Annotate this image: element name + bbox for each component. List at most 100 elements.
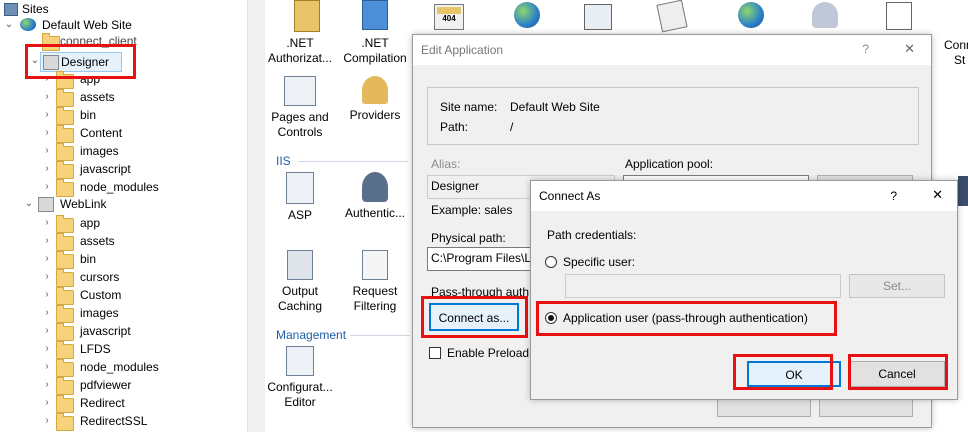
feature-label-line: Controls [277,125,323,139]
expand-arrow-icon[interactable]: › [42,250,52,268]
expand-arrow-icon[interactable]: › [42,232,52,250]
folder-icon [56,395,74,413]
checklist-icon[interactable] [886,2,912,30]
expand-arrow-icon[interactable]: › [42,394,52,412]
feature-pages-controls[interactable]: Pages and Controls [264,76,336,140]
feature-request-filtering[interactable]: Request Filtering [339,250,411,314]
feature-output-caching[interactable]: Output Caching [264,250,336,314]
close-icon[interactable]: ✕ [904,41,915,57]
request-filtering-icon [362,250,388,280]
tree-node-label: Content [80,126,123,140]
feature-label-line: Authentic... [344,206,406,220]
tree-scrollbar[interactable] [247,0,265,432]
tree-node-label: Custom [80,288,122,302]
tree-node-label: javascript [80,162,131,176]
expand-arrow-icon[interactable]: › [42,106,52,124]
specific-user-field[interactable] [565,274,841,298]
feature-label-line: Editor [284,395,316,409]
folder-icon [56,89,74,107]
set-button[interactable]: Set... [849,274,945,298]
designer-highlight [25,44,136,79]
feature-asp[interactable]: ASP [264,172,336,223]
dialog-title: Edit Application [421,43,504,57]
expand-arrow-icon[interactable]: › [42,160,52,178]
dialog-title: Connect As [539,189,601,203]
close-icon[interactable]: ✕ [932,187,943,203]
enable-preload-checkbox[interactable] [429,347,441,359]
feature-configuration-editor[interactable]: Configurat... Editor [264,346,336,410]
expand-arrow-icon[interactable]: › [42,322,52,340]
collapse-arrow-icon[interactable]: ⌄ [4,16,14,34]
cut-feature-icon [958,176,968,206]
feature-label-line: Configurat... [267,380,333,394]
feature-label: Pages and Controls [264,110,336,140]
globe-check-icon[interactable] [738,2,764,28]
feature-dotnet-authorization[interactable]: .NET Authorizat... [264,36,336,66]
specific-user-label: Specific user: [563,255,636,269]
tree-node-label: node_modules [80,180,159,194]
404-label: 404 [442,14,456,23]
expand-arrow-icon[interactable]: › [42,304,52,322]
cancel-button-highlight [848,354,948,390]
pages-controls-icon [284,76,316,106]
feature-label: ASP [264,208,336,223]
expand-arrow-icon[interactable]: › [42,412,52,430]
site-name-label: Site name: [440,100,498,114]
collapse-arrow-icon[interactable]: ⌄ [24,195,34,213]
feature-label: Output Caching [264,284,336,314]
feature-label-line: Output [281,284,319,298]
expand-arrow-icon[interactable]: › [42,376,52,394]
globe-icon [20,18,36,31]
feature-label-line: ASP [287,208,312,222]
expand-arrow-icon[interactable]: › [42,340,52,358]
output-caching-icon [287,250,313,280]
tree-node-label: app [80,216,101,230]
folder-icon [56,251,74,269]
folder-icon [56,413,74,431]
help-icon[interactable]: ? [862,42,869,56]
expand-arrow-icon[interactable]: › [42,268,52,286]
tree-node-label: cursors [80,270,120,284]
expand-arrow-icon[interactable]: › [42,88,52,106]
user-icon[interactable] [812,2,838,28]
tree-node-label: javascript [80,324,131,338]
globe-icon[interactable] [514,2,540,28]
dialog-titlebar: Edit Application ? ✕ [413,35,931,65]
expand-arrow-icon[interactable]: › [42,142,52,160]
application-icon [38,197,54,212]
help-icon[interactable]: ? [890,189,897,203]
feature-authentication[interactable]: Authentic... [339,172,411,221]
cut-label-line: St [954,53,966,67]
feature-label-line: Pages and [271,110,329,124]
expand-arrow-icon[interactable]: › [42,214,52,232]
expand-arrow-icon[interactable]: › [42,124,52,142]
feature-label: Authentic... [339,206,411,221]
error-pages-icon[interactable]: 404 [434,4,464,30]
documents-icon[interactable] [584,4,612,30]
expand-arrow-icon[interactable]: › [42,178,52,196]
configuration-editor-icon [286,346,314,376]
feature-dotnet-compilation[interactable]: .NET Compilation [339,36,411,66]
feature-label-line: Providers [349,108,401,122]
handler-icon[interactable] [656,0,688,33]
specific-user-radio[interactable] [545,256,557,268]
providers-icon [362,76,388,104]
feature-label-line: Filtering [353,299,397,313]
expand-arrow-icon[interactable]: › [42,286,52,304]
feature-label: Request Filtering [339,284,411,314]
path-credentials-label: Path credentials: [547,228,637,242]
group-header-management: Management [276,328,347,342]
tree-node-label: node_modules [80,360,159,374]
folder-icon [56,161,74,179]
feature-label: .NET Compilation [339,36,411,66]
expand-arrow-icon[interactable]: › [42,358,52,376]
tree-node-label: assets [80,90,115,104]
asp-icon [286,172,314,204]
path-value: / [510,120,514,134]
tree-node-label: WebLink [60,197,107,211]
alias-label: Alias: [431,157,461,171]
cut-feature-label: Conn St [944,38,968,68]
folder-icon [56,143,74,161]
feature-providers[interactable]: Providers [339,76,411,123]
tree-node-label: images [80,306,119,320]
